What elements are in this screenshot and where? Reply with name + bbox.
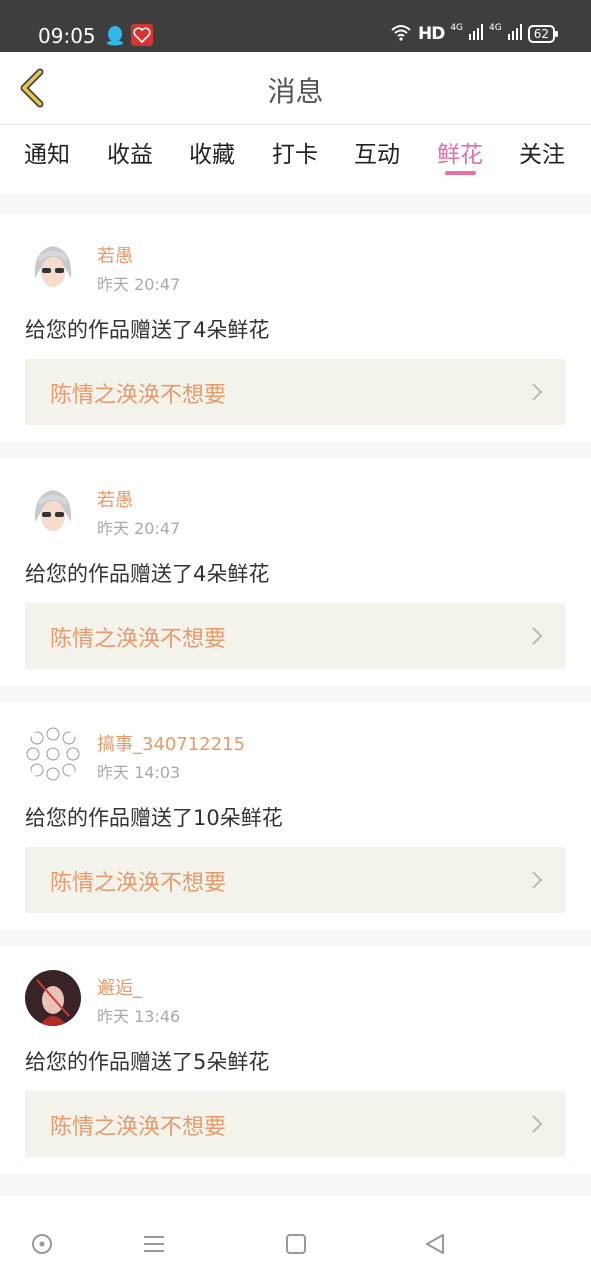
heart-app-icon — [131, 24, 153, 46]
username[interactable]: 若愚 — [97, 242, 133, 268]
tab-checkin[interactable]: 打卡 — [272, 135, 318, 169]
active-tab-indicator — [445, 171, 476, 175]
list-item: 搞事_340712215 昨天 14:03 给您的作品赠送了10朵鲜花 陈情之涣… — [0, 702, 591, 930]
work-link[interactable]: 陈情之涣涣不想要 — [25, 603, 566, 669]
message-text: 给您的作品赠送了4朵鲜花 — [25, 562, 270, 586]
tab-follows[interactable]: 关注 — [519, 135, 565, 169]
work-link[interactable]: 陈情之涣涣不想要 — [25, 1091, 566, 1157]
timestamp: 昨天 14:03 — [97, 763, 181, 782]
work-link[interactable]: 陈情之涣涣不想要 — [25, 359, 566, 425]
tab-earnings[interactable]: 收益 — [107, 135, 153, 169]
network-label-1: 4G — [450, 23, 464, 33]
signal-icon-1 — [469, 24, 484, 44]
avatar[interactable] — [25, 970, 81, 1026]
list-item: 若愚 昨天 20:47 给您的作品赠送了4朵鲜花 陈情之涣涣不想要 — [0, 458, 591, 686]
timestamp: 昨天 20:47 — [97, 519, 181, 538]
timestamp: 昨天 20:47 — [97, 275, 181, 294]
menu-icon[interactable] — [142, 1232, 166, 1256]
header-bar: 消息 — [0, 52, 591, 124]
message-text: 给您的作品赠送了10朵鲜花 — [25, 806, 283, 830]
message-text: 给您的作品赠送了5朵鲜花 — [25, 1050, 270, 1074]
tab-favorites[interactable]: 收藏 — [189, 135, 235, 169]
tab-notifications[interactable]: 通知 — [24, 135, 70, 169]
status-bar: 09:05 HD 4G 4G 62 — [0, 0, 591, 52]
avatar[interactable] — [25, 482, 81, 538]
message-text: 给您的作品赠送了4朵鲜花 — [25, 318, 270, 342]
system-nav-bar — [0, 1196, 591, 1280]
work-title: 陈情之涣涣不想要 — [50, 1115, 227, 1140]
triangle-back-icon[interactable] — [423, 1232, 447, 1256]
tab-flowers[interactable]: 鲜花 — [437, 135, 483, 169]
hd-label: HD — [417, 24, 445, 44]
chevron-right-icon — [532, 627, 543, 645]
work-link[interactable]: 陈情之涣涣不想要 — [25, 847, 566, 913]
list-item: 若愚 昨天 20:47 给您的作品赠送了4朵鲜花 陈情之涣涣不想要 — [0, 214, 591, 442]
signal-icon-2 — [507, 24, 522, 44]
work-title: 陈情之涣涣不想要 — [50, 383, 227, 408]
battery-indicator: 62 — [527, 25, 559, 43]
work-title: 陈情之涣涣不想要 — [50, 871, 227, 896]
wifi-icon — [390, 23, 412, 45]
list-item: 邂逅_ 昨天 13:46 给您的作品赠送了5朵鲜花 陈情之涣涣不想要 — [0, 946, 591, 1174]
status-time: 09:05 — [38, 24, 96, 48]
page-title: 消息 — [267, 75, 324, 108]
status-icons: HD 4G 4G 62 — [390, 23, 559, 45]
username[interactable]: 若愚 — [97, 486, 133, 512]
avatar[interactable] — [25, 726, 81, 782]
qq-icon — [104, 24, 126, 46]
avatar[interactable] — [25, 238, 81, 294]
chevron-right-icon — [532, 1115, 543, 1133]
timestamp: 昨天 13:46 — [97, 1007, 181, 1026]
username[interactable]: 邂逅_ — [97, 974, 142, 1000]
square-icon[interactable] — [284, 1232, 308, 1256]
work-title: 陈情之涣涣不想要 — [50, 627, 227, 652]
username[interactable]: 搞事_340712215 — [97, 730, 245, 756]
network-label-2: 4G — [489, 23, 502, 33]
tab-interactions[interactable]: 互动 — [354, 135, 400, 169]
circle-icon[interactable] — [30, 1232, 54, 1256]
chevron-right-icon — [532, 871, 543, 889]
chevron-right-icon — [532, 383, 543, 401]
tab-bar: 通知 收益 收藏 打卡 互动 鲜花 关注 — [0, 124, 591, 194]
